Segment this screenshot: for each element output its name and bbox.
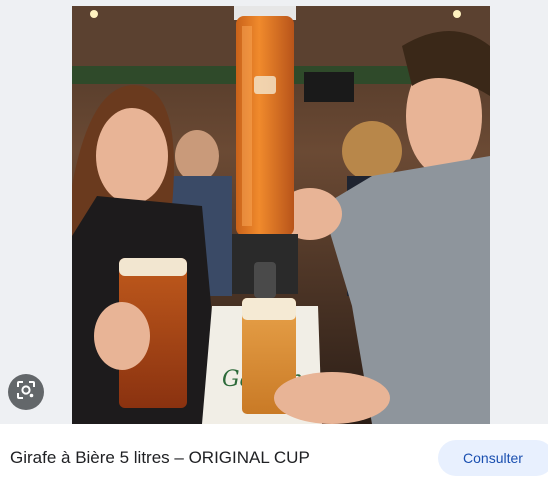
lens-search-button[interactable] xyxy=(8,374,44,410)
image-preview-panel: Garçon xyxy=(0,0,548,424)
product-photo[interactable]: Garçon xyxy=(72,6,490,424)
result-caption-bar: Girafe à Bière 5 litres – ORIGINAL CUP C… xyxy=(0,424,548,477)
result-title[interactable]: Girafe à Bière 5 litres – ORIGINAL CUP xyxy=(10,448,310,468)
visit-button[interactable]: Consulter xyxy=(438,440,548,476)
google-lens-icon xyxy=(16,380,36,405)
